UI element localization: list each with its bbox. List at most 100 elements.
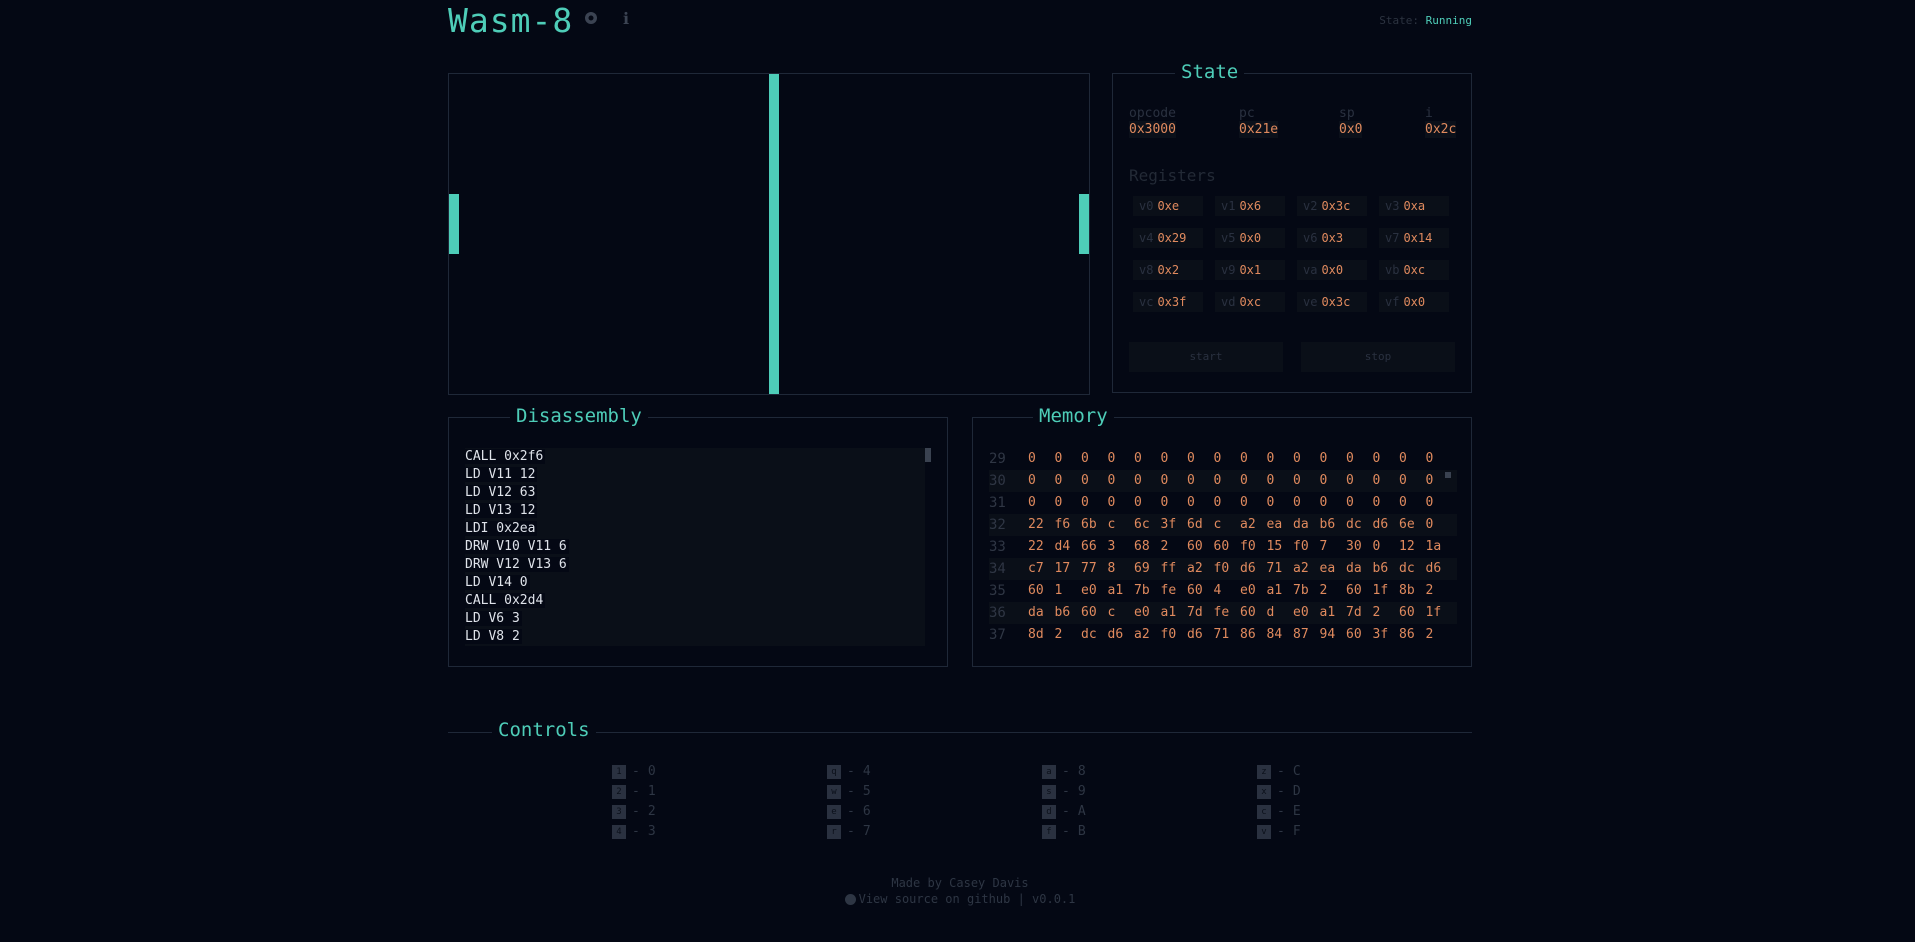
- memory-byte: 0: [1399, 495, 1407, 510]
- memory-byte: 0: [1399, 451, 1407, 466]
- memory-list[interactable]: 29 0 0 0 0 0 0 0 0 0 0 0 0 0 0 0 0 30 0 0 0 0 0 0 0 0 0 0 0 0 0 0 0 0 31 0 0…: [989, 448, 1457, 646]
- disassembly-list[interactable]: CALL 0x2f6 LD V11 12 LD V12 63 LD V13 12 LDI…: [465, 448, 925, 646]
- mapping-separator: -: [1277, 764, 1285, 779]
- memory-byte: 0: [1081, 473, 1089, 488]
- memory-byte: f0: [1293, 539, 1309, 554]
- memory-byte: ea: [1266, 517, 1283, 532]
- register-name: v9: [1221, 263, 1236, 277]
- key-cap: f: [1042, 824, 1056, 839]
- register-v6: v6 0x3: [1297, 228, 1367, 248]
- sp-value: 0x0: [1339, 121, 1363, 138]
- register-value: 0xc: [1239, 295, 1262, 309]
- stop-button[interactable]: stop: [1301, 342, 1455, 372]
- instruction-text: LD V14 0: [465, 575, 530, 590]
- memory-byte: fe: [1160, 583, 1177, 598]
- memory-byte: 2: [1319, 583, 1328, 598]
- mapping-separator: -: [1062, 784, 1070, 799]
- mapped-value: 7: [862, 824, 871, 839]
- memory-byte: c: [1107, 605, 1116, 620]
- memory-byte: 0: [1425, 451, 1434, 466]
- memory-byte: 12: [1399, 539, 1415, 554]
- memory-byte: e0: [1240, 583, 1256, 598]
- key-cap: q: [827, 764, 841, 779]
- memory-scrollbar[interactable]: [1445, 472, 1451, 478]
- register-value: 0x0: [1321, 263, 1344, 277]
- register-name: v8: [1139, 263, 1154, 277]
- app-title: Wasm-8: [448, 1, 574, 40]
- mapping-separator: -: [847, 784, 855, 799]
- memory-row-number: 33: [989, 539, 1006, 555]
- info-icon[interactable]: ℹ: [617, 10, 635, 28]
- gear-icon[interactable]: [582, 10, 600, 28]
- memory-byte: 0: [1346, 451, 1354, 466]
- disassembly-line: LD V8 2: [465, 628, 925, 646]
- control-mapping: v-F: [1257, 824, 1301, 840]
- mapping-separator: -: [847, 764, 855, 779]
- instruction-text: CALL 0x2d4: [465, 593, 546, 608]
- register-name: v3: [1385, 199, 1400, 213]
- memory-byte: ea: [1319, 561, 1336, 576]
- register-value: 0x0: [1403, 295, 1426, 309]
- memory-byte: 0: [1372, 473, 1381, 488]
- memory-byte: 17: [1054, 561, 1071, 576]
- memory-byte: 71: [1213, 627, 1230, 642]
- memory-byte: 0: [1160, 473, 1169, 488]
- memory-byte: 60: [1028, 583, 1044, 598]
- memory-byte: da: [1028, 605, 1044, 620]
- memory-byte: a1: [1107, 583, 1124, 598]
- memory-byte: 68: [1134, 539, 1150, 554]
- register-v2: v2 0x3c: [1297, 196, 1367, 216]
- memory-byte: 2: [1425, 583, 1434, 598]
- disassembly-line: LD V11 12: [465, 466, 925, 484]
- mapping-separator: -: [1277, 824, 1285, 839]
- mapping-separator: -: [1062, 804, 1070, 819]
- memory-byte: a2: [1293, 561, 1309, 576]
- mapped-value: 8: [1077, 764, 1086, 779]
- register-value: 0x3: [1321, 231, 1344, 245]
- register-vb: vb 0xc: [1379, 260, 1449, 280]
- key-cap: z: [1257, 764, 1271, 779]
- register-value: 0xa: [1403, 199, 1426, 213]
- control-mapping: e-6: [827, 804, 871, 820]
- register-v7: v7 0x14: [1379, 228, 1449, 248]
- instruction-text: LD V13 12: [465, 503, 538, 518]
- memory-byte: 0: [1399, 473, 1407, 488]
- memory-byte: d6: [1425, 561, 1442, 576]
- memory-byte: 3f: [1160, 517, 1177, 532]
- disassembly-scrollbar[interactable]: [925, 448, 931, 462]
- memory-row-number: 32: [989, 517, 1006, 533]
- footer-credit: Made by Casey Davis: [891, 876, 1029, 890]
- key-cap: v: [1257, 824, 1271, 839]
- memory-byte: 4: [1213, 583, 1222, 598]
- mapping-separator: -: [632, 804, 640, 819]
- memory-row: 33 22 d4 66 3 68 2 60 60 f0 15 f0 7 30 0 12 1a: [989, 536, 1457, 558]
- control-mapping: x-D: [1257, 784, 1301, 800]
- register-name: v1: [1221, 199, 1236, 213]
- controls-divider: [448, 732, 1472, 733]
- memory-byte: 3f: [1372, 627, 1389, 642]
- i-field: i 0x2c: [1425, 106, 1457, 138]
- right-paddle: [1079, 194, 1089, 254]
- mapping-separator: -: [632, 824, 640, 839]
- key-cap: s: [1042, 784, 1056, 799]
- memory-byte: 1: [1054, 583, 1063, 598]
- memory-byte: 0: [1054, 451, 1063, 466]
- memory-byte: c: [1107, 517, 1116, 532]
- register-name: va: [1303, 263, 1318, 277]
- register-name: v6: [1303, 231, 1318, 245]
- memory-byte: d6: [1187, 627, 1203, 642]
- memory-row-number: 30: [989, 473, 1006, 489]
- memory-byte: 0: [1107, 473, 1116, 488]
- memory-byte: 60: [1081, 605, 1097, 620]
- memory-row: 32 22 f6 6b c 6c 3f 6d c a2 ea da b6 dc d6 6e 0: [989, 514, 1457, 536]
- key-cap: 4: [612, 824, 626, 839]
- start-button[interactable]: start: [1129, 342, 1283, 372]
- memory-byte: 60: [1187, 583, 1203, 598]
- register-value: 0xc: [1403, 263, 1426, 277]
- memory-byte: 1f: [1425, 605, 1442, 620]
- memory-byte: 0: [1107, 495, 1116, 510]
- register-va: va 0x0: [1297, 260, 1367, 280]
- source-link[interactable]: View source on github: [859, 892, 1011, 906]
- memory-byte: 8b: [1399, 583, 1415, 598]
- instruction-text: DRW V12 V13 6: [465, 557, 569, 572]
